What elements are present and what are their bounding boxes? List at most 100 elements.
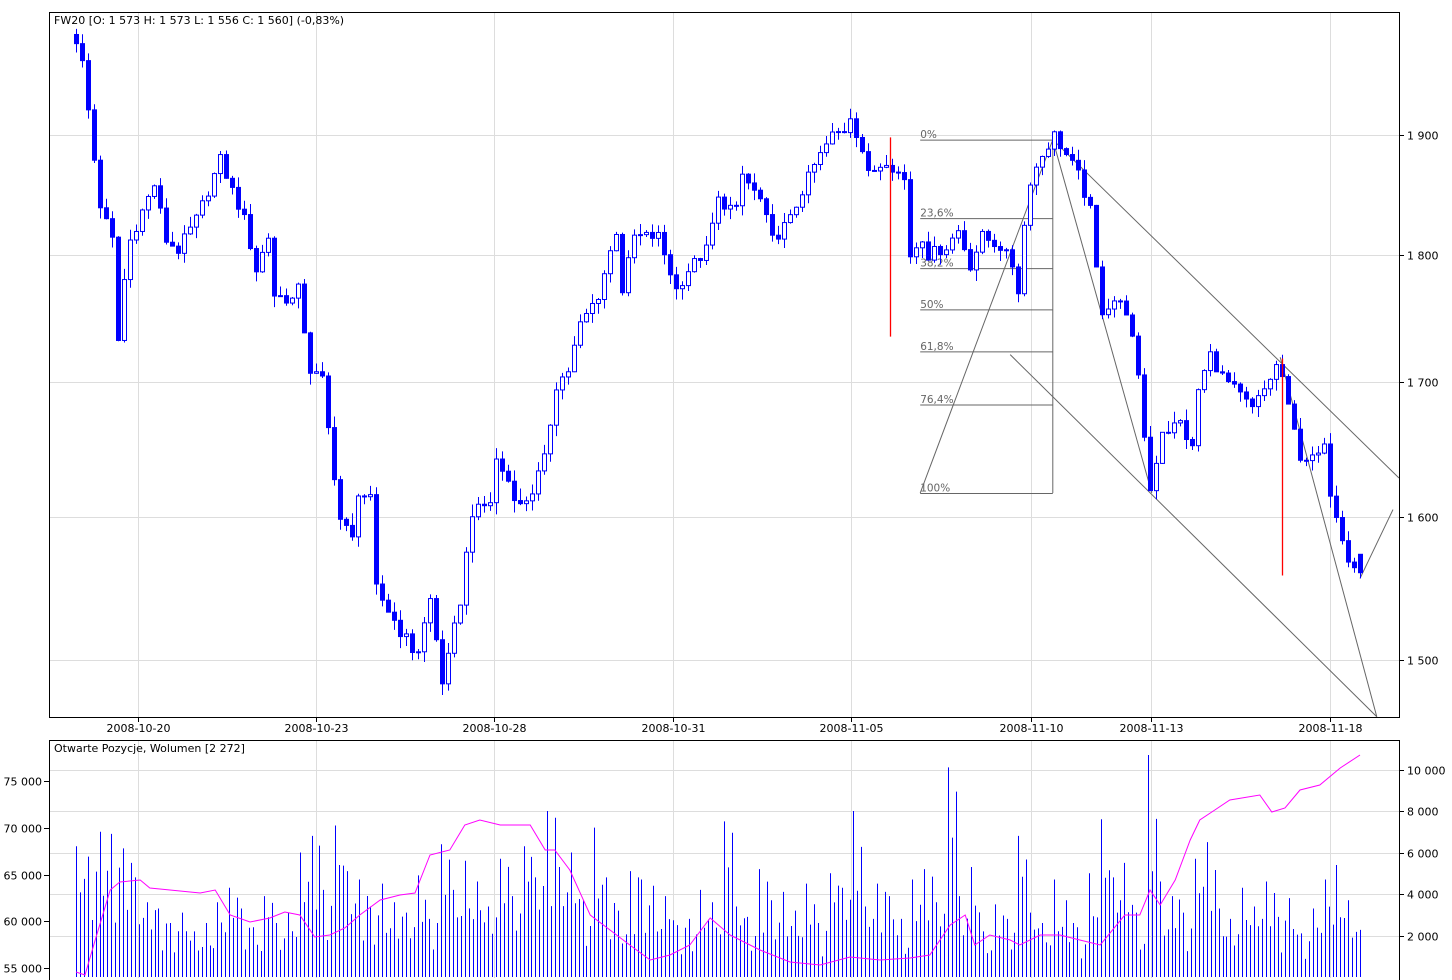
candle-down [92,109,97,161]
candle-down [104,207,109,220]
volume-axis-label: 4 000 [1407,889,1439,902]
candle-down [440,639,445,685]
candle-down [86,60,91,111]
candle-up [464,551,469,606]
candle-down [344,518,349,526]
candle-up [974,251,979,271]
candle-down [908,179,913,258]
candle-up [530,493,535,502]
candle-up [944,249,949,256]
candle-down [254,248,259,273]
candle-up [1310,454,1315,462]
candle-down [998,246,1003,251]
candle-down [902,172,907,181]
candle-down [518,500,523,505]
candle-up [818,152,823,165]
candle-down [1358,553,1363,574]
candle-down [224,154,229,179]
candle-up [1040,155,1045,168]
candle-up [980,230,985,253]
candle-up [848,118,853,134]
candle-up [1208,351,1213,372]
candle-down [386,599,391,613]
trendline[interactable] [1009,354,1378,718]
candle-down [1292,403,1297,430]
candle-up [800,194,805,208]
candle-down [1304,459,1309,462]
candle-up [548,424,553,455]
candle-up [368,494,373,498]
candle-up [1112,300,1117,310]
x-tick-label: 2008-10-28 [463,722,527,735]
candle-up [524,500,529,505]
candle-down [176,245,181,254]
x-tick-label: 2008-10-31 [642,722,706,735]
candle-down [320,371,325,377]
candle-down [398,619,403,638]
candle-down [722,196,727,210]
candle-down [1340,517,1345,542]
candle-up [458,604,463,624]
open-interest-axis-label: 70 000 [4,823,43,836]
candle-up [122,279,127,341]
candle-up [278,295,283,298]
candle-down [1184,420,1189,441]
candle-down [1250,398,1255,408]
candle-up [608,250,613,275]
candle-up [536,470,541,495]
candle-up [806,171,811,196]
candle-down [668,254,673,276]
candle-up [602,273,607,301]
candle-down [1082,169,1087,198]
candle-down [1058,131,1063,150]
candle-down [506,470,511,482]
candle-down [746,173,751,184]
candle-down [698,258,703,261]
candle-up [356,495,361,538]
candle-down [434,598,439,641]
y-tick-label: 1 600 [1407,512,1439,525]
candle-down [116,236,121,341]
candle-down [170,241,175,247]
candle-down [776,234,781,240]
candle-down [1286,376,1291,405]
volume-axis-label: 10 000 [1407,765,1446,778]
fib-level-label: 100% [920,483,950,495]
candle-down [410,633,415,653]
candle-up [1196,389,1201,447]
y-tick-label: 1 700 [1407,377,1439,390]
candle-down [842,131,847,134]
candle-up [140,209,145,232]
fib-level-label: 50% [920,299,943,311]
candle-down [362,495,367,498]
candle-up [416,651,421,654]
candle-down [1094,204,1099,268]
candle-down [1346,540,1351,563]
candle-up [644,231,649,236]
candle-down [1070,154,1075,161]
candle-down [1166,431,1171,434]
candle-up [788,214,793,224]
drawing-tools-layer: 0%23,6%38,2%50%61,8%76,4%100% [919,129,1400,718]
y-tick-label: 1 800 [1407,250,1439,263]
candle-up [590,302,595,314]
candle-down [1142,374,1147,438]
candle-down [734,204,739,207]
candle-up [1202,370,1207,391]
x-tick-label: 2008-10-20 [107,722,171,735]
candle-down [1226,372,1231,383]
candle-up [470,516,475,553]
candle-up [446,652,451,685]
y-tick-label: 1 500 [1407,655,1439,668]
candle-up [428,598,433,624]
candle-down [242,208,247,216]
candle-up [632,234,637,259]
candle-up [884,164,889,168]
candle-up [740,173,745,207]
trendline[interactable] [1359,509,1394,579]
candle-down [1088,196,1093,206]
candle-up [314,371,319,374]
candle-up [1154,462,1159,492]
sub-panel-title: Otwarte Pozycje, Wolumen [2 272] [54,742,245,755]
candle-up [404,633,409,638]
